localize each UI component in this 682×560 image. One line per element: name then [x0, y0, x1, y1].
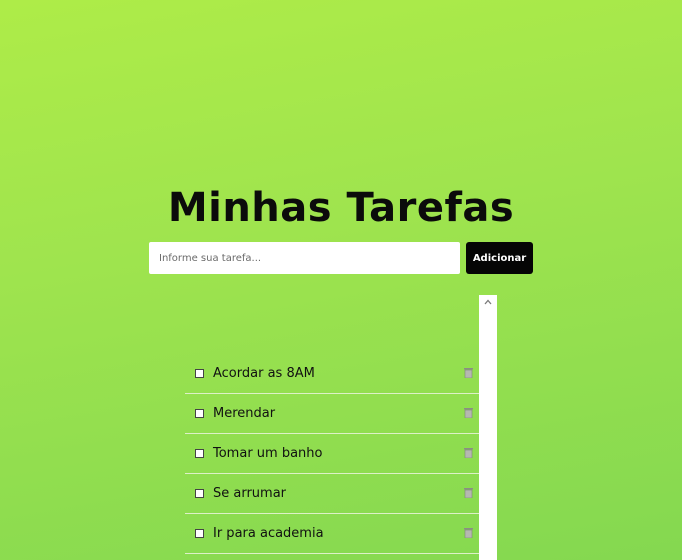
task-checkbox[interactable] — [195, 449, 204, 458]
trash-icon[interactable] — [464, 448, 473, 458]
task-list-container: Acordar as 8AM Merendar Tomar um banho S… — [185, 295, 497, 560]
trash-icon[interactable] — [464, 528, 473, 538]
task-checkbox[interactable] — [195, 369, 204, 378]
task-item: Se arrumar — [185, 474, 479, 514]
trash-icon[interactable] — [464, 408, 473, 418]
page-title: Minhas Tarefas — [167, 185, 515, 231]
task-label: Tomar um banho — [213, 446, 323, 461]
task-item: Tomar um banho — [185, 434, 479, 474]
task-list: Acordar as 8AM Merendar Tomar um banho S… — [185, 354, 479, 554]
task-item: Acordar as 8AM — [185, 354, 479, 394]
chevron-up-icon[interactable] — [483, 298, 493, 306]
trash-icon[interactable] — [464, 488, 473, 498]
task-label: Merendar — [213, 406, 276, 421]
task-label: Se arrumar — [213, 486, 287, 501]
task-label: Acordar as 8AM — [213, 366, 315, 381]
task-input[interactable] — [149, 242, 460, 274]
scrollbar[interactable] — [479, 295, 497, 560]
task-checkbox[interactable] — [195, 489, 204, 498]
task-item: Merendar — [185, 394, 479, 434]
task-item: Ir para academia — [185, 514, 479, 554]
trash-icon[interactable] — [464, 368, 473, 378]
add-task-button[interactable]: Adicionar — [466, 242, 533, 274]
task-checkbox[interactable] — [195, 409, 204, 418]
task-label: Ir para academia — [213, 526, 324, 541]
task-checkbox[interactable] — [195, 529, 204, 538]
